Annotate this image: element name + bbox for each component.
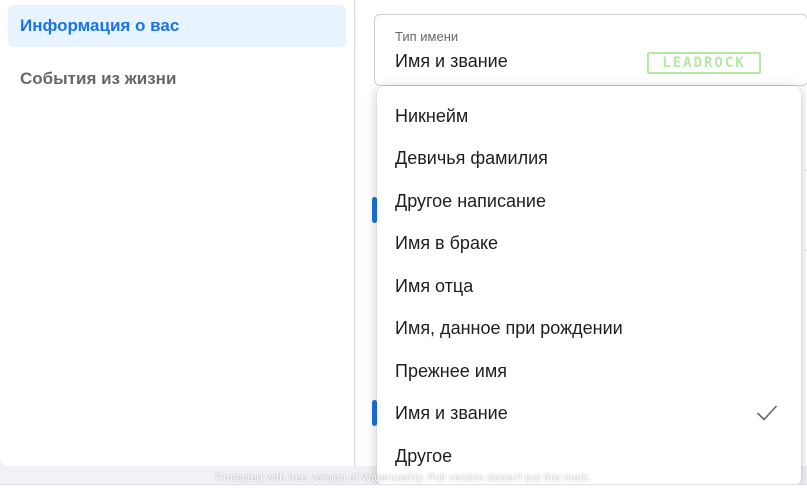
option-label: Девичья фамилия (395, 147, 548, 168)
option-label: Имя отца (395, 275, 474, 296)
option-name-with-title[interactable]: Имя и звание (377, 392, 801, 434)
check-icon (757, 405, 777, 421)
option-other[interactable]: Другое (377, 435, 801, 477)
option-label: Другое написание (395, 190, 546, 211)
option-alternate-spelling[interactable]: Другое написание (377, 180, 801, 222)
option-nickname[interactable]: Никнейм (377, 95, 801, 137)
sidebar-item-label: События из жизни (20, 69, 177, 88)
bottom-card (0, 484, 807, 497)
option-label: Никнейм (395, 105, 469, 126)
option-birth-name[interactable]: Имя, данное при рождении (377, 307, 801, 349)
name-type-dropdown: Никнейм Девичья фамилия Другое написание… (377, 86, 801, 486)
option-label: Имя, данное при рождении (395, 317, 623, 338)
sidebar-item-about[interactable]: Информация о вас (8, 5, 346, 47)
watermark-text: Protected with free version of Watermark… (215, 472, 592, 484)
name-type-select[interactable]: Тип имени Имя и звание LEADROCK (374, 14, 807, 86)
sidebar: Информация о вас События из жизни (0, 0, 355, 466)
name-type-label: Тип имени (395, 29, 459, 44)
option-label: Имя в браке (395, 232, 499, 253)
option-label: Другое (395, 445, 453, 466)
sidebar-item-label: Информация о вас (20, 16, 180, 35)
leadrock-logo: LEADROCK (647, 52, 761, 74)
option-former-name[interactable]: Прежнее имя (377, 350, 801, 392)
option-married-name[interactable]: Имя в браке (377, 222, 801, 264)
sidebar-item-life-events[interactable]: События из жизни (8, 58, 346, 100)
option-label: Имя и звание (395, 402, 508, 423)
page: Информация о вас События из жизни Тип им… (0, 0, 807, 497)
option-fathers-name[interactable]: Имя отца (377, 265, 801, 307)
option-label: Прежнее имя (395, 360, 507, 381)
name-type-value: Имя и звание (395, 51, 508, 71)
option-maiden-name[interactable]: Девичья фамилия (377, 137, 801, 179)
